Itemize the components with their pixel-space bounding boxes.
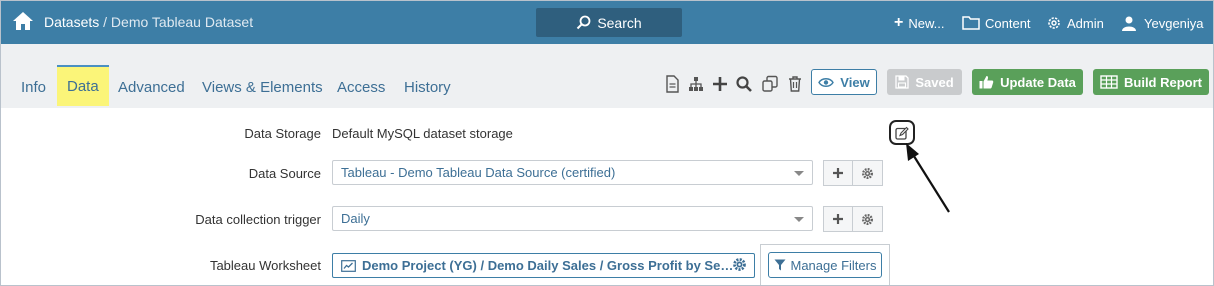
content-menu[interactable]: Content [962, 13, 1031, 33]
tableau-worksheet-selected: Demo Project (YG) / Demo Daily Sales / G… [362, 258, 734, 273]
plus-icon [833, 168, 843, 178]
plus-icon[interactable] [711, 75, 729, 93]
top-navbar: Datasets / Demo Tableau Dataset Search +… [1, 1, 1213, 44]
user-menu[interactable]: Yevgeniya [1121, 13, 1204, 33]
thumbs-up-icon [979, 76, 994, 89]
copy-icon[interactable] [761, 75, 779, 93]
data-collection-trigger-selected: Daily [341, 211, 370, 226]
tab-history[interactable]: History [404, 67, 451, 108]
add-data-source-button[interactable] [823, 160, 853, 186]
plus-icon [833, 214, 843, 224]
tableau-worksheet-select[interactable]: Demo Project (YG) / Demo Daily Sales / G… [332, 253, 755, 278]
manage-filters-button[interactable]: Manage Filters [768, 252, 882, 278]
save-icon [895, 75, 909, 89]
edit-storage-button[interactable] [889, 120, 915, 145]
gear-icon [861, 213, 874, 225]
folder-icon [962, 16, 980, 30]
plus-icon: + [894, 14, 904, 31]
search-icon[interactable] [735, 75, 753, 93]
content-menu-label: Content [985, 15, 1031, 31]
tab-advanced[interactable]: Advanced [118, 67, 185, 108]
update-data-button-label: Update Data [1000, 74, 1076, 90]
user-icon [1122, 16, 1136, 31]
data-source-label: Data Source [248, 166, 321, 181]
new-menu-label: New... [908, 15, 945, 31]
chevron-down-icon [794, 171, 804, 176]
manage-filters-label: Manage Filters [790, 257, 877, 273]
data-source-select[interactable]: Tableau - Demo Tableau Data Source (cert… [332, 160, 813, 185]
data-source-selected: Tableau - Demo Tableau Data Source (cert… [341, 165, 616, 180]
filter-icon [774, 259, 785, 271]
breadcrumb-current: Demo Tableau Dataset [110, 14, 254, 30]
search-icon [577, 15, 591, 30]
gear-icon [861, 167, 874, 179]
tableau-worksheet-label: Tableau Worksheet [209, 258, 321, 273]
saved-button[interactable]: Saved [887, 69, 962, 95]
eye-icon [818, 77, 835, 87]
new-menu[interactable]: + New... [894, 13, 944, 33]
edit-icon [895, 126, 909, 140]
page-frame: Datasets / Demo Tableau Dataset Search +… [0, 0, 1214, 286]
tab-views-elements[interactable]: Views & Elements [202, 67, 323, 108]
home-icon[interactable] [11, 10, 35, 32]
data-storage-label: Data Storage [244, 126, 321, 141]
data-source-settings-button[interactable] [853, 160, 883, 186]
user-menu-label: Yevgeniya [1144, 15, 1204, 31]
breadcrumb-separator: / [99, 14, 111, 30]
search-label: Search [597, 14, 642, 31]
build-report-button-label: Build Report [1124, 74, 1202, 90]
tab-data[interactable]: Data [57, 65, 109, 106]
gear-icon [1048, 17, 1060, 29]
data-collection-trigger-label: Data collection trigger [195, 212, 321, 227]
data-storage-value: Default MySQL dataset storage [332, 126, 513, 141]
admin-menu[interactable]: Admin [1046, 13, 1104, 33]
tab-bar: Info Data Advanced Views & Elements Acce… [1, 44, 1213, 108]
view-button-label: View [840, 74, 870, 90]
document-icon[interactable] [663, 75, 681, 93]
tab-access[interactable]: Access [337, 67, 385, 108]
trigger-actions [823, 206, 883, 232]
data-collection-trigger-select[interactable]: Daily [332, 206, 813, 231]
breadcrumb-datasets-link[interactable]: Datasets [44, 14, 99, 30]
view-button[interactable]: View [811, 69, 877, 95]
trigger-settings-button[interactable] [853, 206, 883, 232]
worksheet-settings-gear-icon[interactable] [732, 257, 747, 272]
table-icon [1100, 75, 1118, 89]
chevron-down-icon [794, 217, 804, 222]
add-trigger-button[interactable] [823, 206, 853, 232]
build-report-button[interactable]: Build Report [1093, 69, 1209, 95]
data-source-actions [823, 160, 883, 186]
hierarchy-icon[interactable] [687, 75, 705, 93]
admin-menu-label: Admin [1067, 15, 1104, 31]
trash-icon[interactable] [786, 75, 804, 93]
tab-info[interactable]: Info [21, 67, 46, 108]
worksheet-icon [341, 259, 356, 272]
update-data-button[interactable]: Update Data [972, 69, 1083, 95]
breadcrumb: Datasets / Demo Tableau Dataset [44, 14, 253, 30]
saved-button-label: Saved [915, 74, 954, 90]
global-search-button[interactable]: Search [536, 8, 682, 37]
